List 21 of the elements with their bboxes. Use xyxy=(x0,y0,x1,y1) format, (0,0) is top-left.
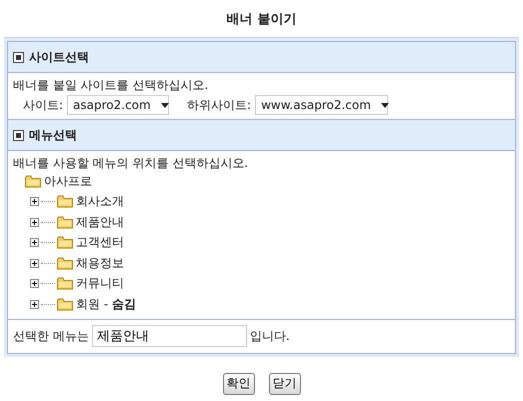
tree-item[interactable]: 채용정보 xyxy=(76,254,124,272)
selected-menu-field[interactable]: 제품안내 xyxy=(92,324,247,346)
tree-item[interactable]: 회원 - 숨김 xyxy=(76,296,136,313)
site-label: 사이트: xyxy=(23,97,64,113)
window-title: 배너 붙이기 xyxy=(226,11,296,29)
subsite-select[interactable]: www.asapro2.com xyxy=(255,95,388,115)
selected-menu-suffix: 입니다. xyxy=(250,328,290,344)
section-title: 사이트선택 xyxy=(29,48,89,66)
site-select[interactable]: asapro2.com xyxy=(67,95,170,115)
close-button[interactable]: 닫기 xyxy=(268,372,300,394)
instruction-text: 배너를 붙일 사이트를 선택하십시오. xyxy=(13,77,210,93)
tree-item[interactable]: 고객센터 xyxy=(76,234,124,252)
instruction-text: 배너를 사용할 메뉴의 위치를 선택하십시오. xyxy=(13,155,250,171)
selected-menu-label: 선택한 메뉴는 xyxy=(13,328,89,344)
tree-item[interactable]: 제품안내 xyxy=(76,214,124,231)
tree-item[interactable]: 아사프로 xyxy=(44,172,92,190)
tree-item[interactable]: 회사소개 xyxy=(76,193,124,210)
tree-item[interactable]: 커뮤니티 xyxy=(76,275,124,292)
confirm-button[interactable]: 확인 xyxy=(222,372,254,394)
subsite-label: 하위사이트: xyxy=(187,97,252,113)
section-title: 메뉴선택 xyxy=(29,126,77,144)
